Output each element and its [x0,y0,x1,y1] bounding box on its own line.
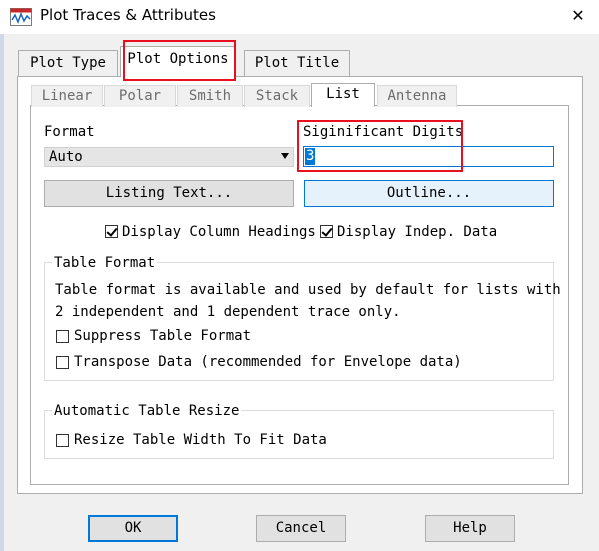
table-format-title: Table Format [52,255,158,271]
button-label: Outline... [386,185,472,201]
window-title: Plot Traces & Attributes [40,6,216,24]
display-column-headings-label[interactable]: Display Column Headings [122,224,316,240]
tab-plot-title[interactable]: Plot Title [244,50,350,76]
listing-text-button[interactable]: Listing Text... [44,180,294,207]
resize-table-width-checkbox[interactable] [56,434,69,447]
format-value: Auto [49,149,83,165]
ok-button[interactable]: OK [88,515,178,542]
display-column-headings-checkbox[interactable] [105,225,118,238]
highlight-plot-options [123,40,236,81]
help-button[interactable]: Help [425,515,515,542]
resize-table-width-label[interactable]: Resize Table Width To Fit Data [74,432,327,448]
subtab-label: Antenna [387,88,447,104]
auto-resize-title: Automatic Table Resize [52,403,242,419]
subtab-label: Linear [41,88,93,104]
transpose-data-label[interactable]: Transpose Data (recommended for Envelope… [74,354,462,370]
table-format-description-2: 2 independent and 1 dependent trace only… [55,304,401,320]
table-format-description-1: Table format is available and used by de… [55,282,561,298]
tab-plot-type[interactable]: Plot Type [18,50,118,76]
transpose-data-checkbox[interactable] [56,356,69,369]
cancel-button[interactable]: Cancel [256,515,346,542]
background-window-edge [0,34,4,551]
suppress-table-format-checkbox[interactable] [56,330,69,343]
tab-label: Plot Type [30,55,106,71]
subtab-label: Stack [255,88,299,104]
subtab-list[interactable]: List [311,83,375,107]
suppress-table-format-label[interactable]: Suppress Table Format [74,328,251,344]
title-bar[interactable]: Plot Traces & Attributes ✕ [0,0,599,34]
subtab-stack[interactable]: Stack [244,85,310,107]
format-label: Format [44,124,95,140]
subtab-label: Smith [188,88,232,104]
subtab-smith[interactable]: Smith [177,85,243,107]
outline-button[interactable]: Outline... [304,180,554,207]
subtab-label: Polar [118,88,162,104]
display-indep-data-checkbox[interactable] [320,225,333,238]
subtab-label: List [326,86,360,102]
chevron-down-icon [281,153,289,159]
close-icon[interactable]: ✕ [568,4,588,28]
subtab-linear[interactable]: Linear [31,85,103,107]
subtab-polar[interactable]: Polar [104,85,176,107]
format-select[interactable]: Auto [44,147,294,167]
button-label: Help [453,520,487,536]
subtab-antenna[interactable]: Antenna [377,85,457,107]
display-indep-data-label[interactable]: Display Indep. Data [337,224,497,240]
button-label: OK [124,520,142,536]
button-label: Listing Text... [105,185,233,201]
tab-label: Plot Title [254,55,340,71]
button-label: Cancel [275,520,327,536]
highlight-significant-digits [297,120,463,172]
waveform-icon [10,8,32,26]
